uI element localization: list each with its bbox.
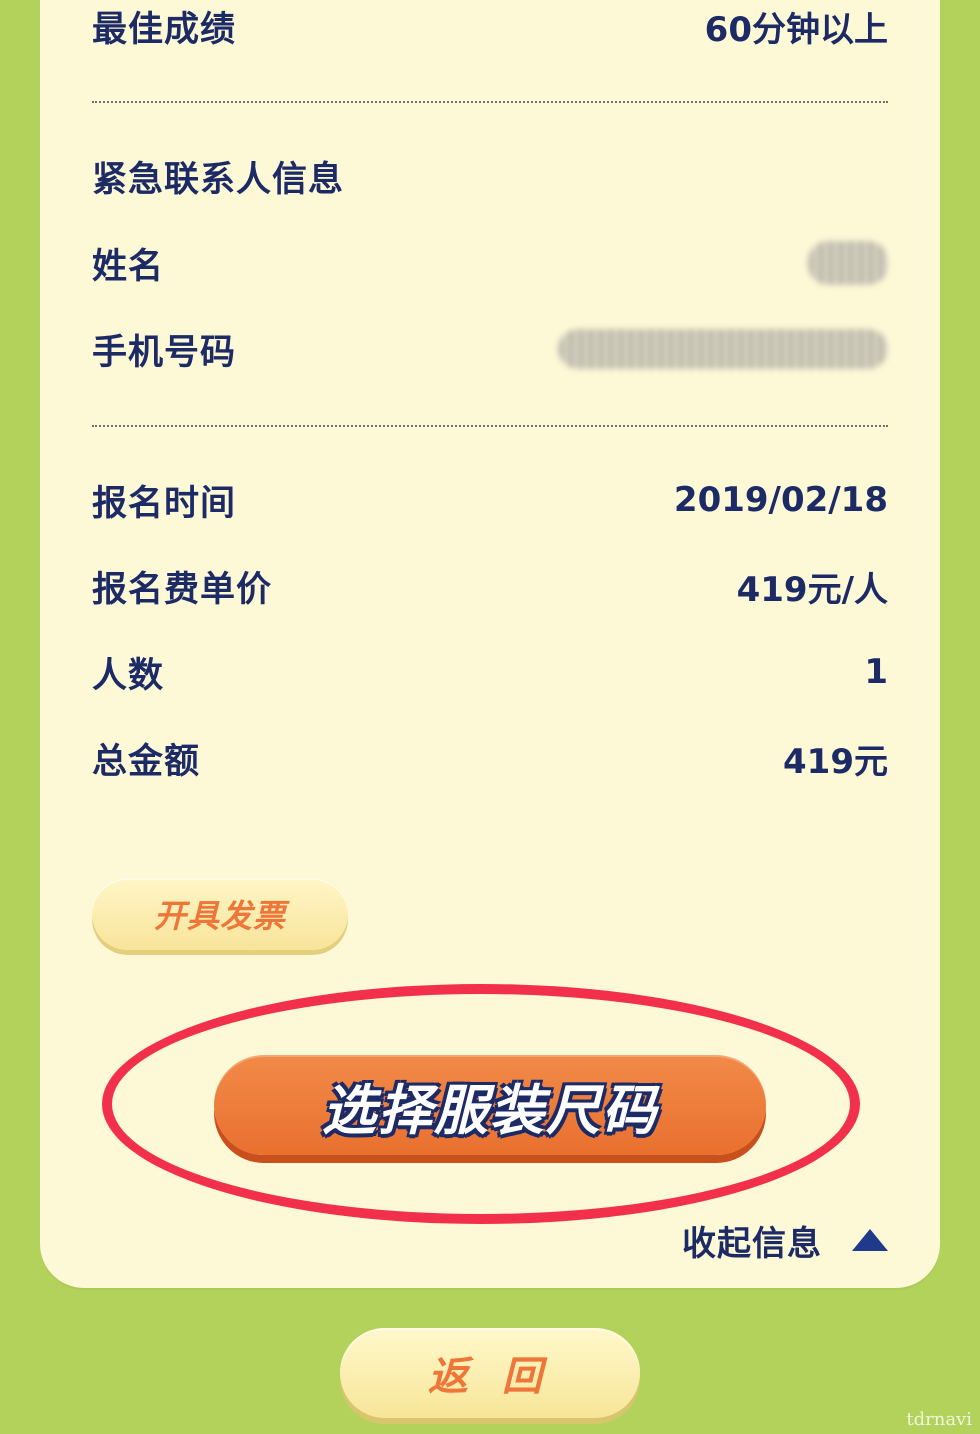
select-size-button[interactable]: 选择服装尺码 <box>214 1055 766 1155</box>
collapse-info-toggle[interactable]: 收起信息 <box>682 1212 888 1268</box>
watermark: tdrnavi <box>906 1409 972 1430</box>
emergency-name-label: 姓名 <box>92 246 165 287</box>
registration-time-label: 报名时间 <box>92 483 237 524</box>
back-button[interactable]: 返 回 <box>340 1328 640 1418</box>
fee-value: 419元/人 <box>736 569 888 610</box>
select-size-button-label: 选择服装尺码 <box>322 1078 658 1142</box>
emergency-section-row: 紧急联系人信息 <box>92 146 888 206</box>
fee-row: 报名费单价 419元/人 <box>92 556 888 616</box>
emergency-phone-row: 手机号码 <box>92 319 888 379</box>
emergency-phone-label: 手机号码 <box>92 332 237 373</box>
best-result-label: 最佳成绩 <box>92 9 237 50</box>
best-result-value: 60分钟以上 <box>704 9 888 50</box>
total-row: 总金额 419元 <box>92 728 888 788</box>
emergency-section-title: 紧急联系人信息 <box>92 159 345 200</box>
invoice-button-label: 开具发票 <box>153 897 286 935</box>
count-label: 人数 <box>92 655 165 696</box>
fee-label: 报名费单价 <box>92 569 273 610</box>
invoice-button[interactable]: 开具发票 <box>92 878 348 950</box>
triangle-up-icon <box>852 1229 888 1251</box>
emergency-name-row: 姓名 <box>92 233 888 293</box>
divider <box>92 101 888 103</box>
back-button-label: 返 回 <box>428 1354 552 1400</box>
divider <box>92 425 888 427</box>
redacted-phone <box>558 329 888 369</box>
redacted-name <box>808 241 888 285</box>
count-value: 1 <box>864 652 888 692</box>
best-result-row: 最佳成绩 60分钟以上 <box>92 0 888 56</box>
collapse-info-label: 收起信息 <box>682 1223 822 1264</box>
total-value: 419元 <box>783 741 888 782</box>
registration-time-value: 2019/02/18 <box>673 480 888 520</box>
total-label: 总金额 <box>92 741 201 782</box>
count-row: 人数 1 <box>92 642 888 702</box>
registration-time-row: 报名时间 2019/02/18 <box>92 470 888 530</box>
